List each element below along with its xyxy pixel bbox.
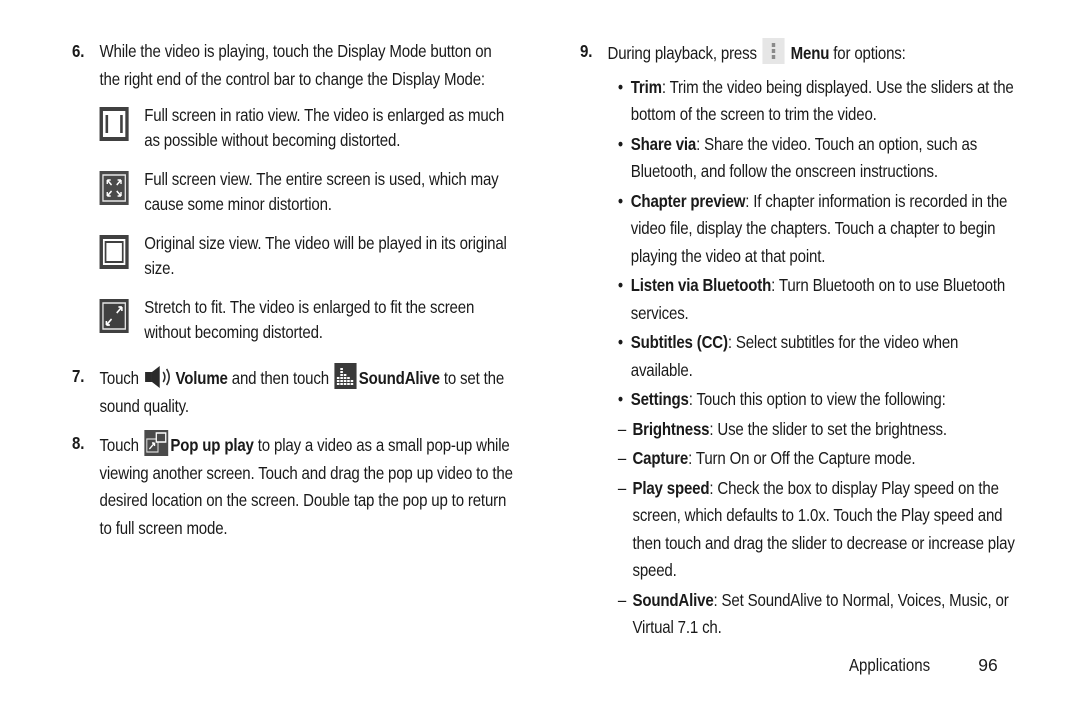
setting-term: Play speed <box>632 477 710 498</box>
left-column: 6. While the video is playing, touch the… <box>72 38 517 552</box>
popup-play-icon <box>144 430 169 456</box>
setting-term: Brightness <box>632 418 710 439</box>
setting-soundalive: – SoundAlive: Set SoundAlive to Normal, V… <box>618 587 1019 642</box>
popup-play-label: Pop up play <box>170 435 254 455</box>
step-7: 7. Touch Volume and then touch SoundAliv… <box>72 363 516 420</box>
option-term: Chapter preview <box>630 190 746 211</box>
original-size-icon <box>99 235 129 269</box>
display-mode-original: Original size view. The video will be pl… <box>99 231 516 281</box>
setting-term: Capture <box>632 448 689 468</box>
bullet: • <box>617 332 623 352</box>
mode-text: Full screen in ratio view. The video is … <box>144 105 505 150</box>
option-term: Subtitles (CC) <box>630 332 728 352</box>
bullet: • <box>617 389 623 409</box>
dash: – <box>617 589 627 610</box>
page-footer: Applications 96 <box>849 655 998 676</box>
step-8: 8. Touch Pop up play to play a video as … <box>72 430 516 542</box>
step-number: 9. <box>580 41 593 61</box>
footer-section: Applications <box>849 655 931 675</box>
display-mode-stretch: Stretch to fit. The video is enlarged to… <box>99 295 516 345</box>
step-number: 7. <box>72 366 85 386</box>
bullet: • <box>617 275 623 295</box>
step-text: for options: <box>829 43 906 63</box>
option-subtitles: • Subtitles (CC): Select subtitles for th… <box>618 329 1019 384</box>
setting-play-speed: – Play speed: Check the box to display Pl… <box>618 475 1019 585</box>
option-desc: : Touch this option to view the followin… <box>688 389 946 409</box>
soundalive-label: SoundAlive <box>358 368 440 388</box>
mode-text: Full screen view. The entire screen is u… <box>144 169 499 214</box>
setting-desc: : Use the slider to set the brightness. <box>709 418 947 439</box>
step-text: Touch <box>99 368 143 388</box>
settings-list: – Brightness: Use the slider to set the b… <box>608 416 1019 642</box>
step-text: During playback, press <box>607 43 761 63</box>
step-6: 6. While the video is playing, touch the… <box>72 38 516 345</box>
menu-icon <box>762 38 785 64</box>
option-listen-via-bluetooth: • Listen via Bluetooth: Turn Bluetooth on… <box>618 272 1019 327</box>
step-text: While the video is playing, touch the Di… <box>99 41 492 89</box>
volume-label: Volume <box>175 368 228 388</box>
option-chapter-preview: • Chapter preview: If chapter information… <box>618 188 1019 271</box>
step-number: 6. <box>72 41 85 61</box>
page-number: 96 <box>978 655 998 675</box>
full-screen-ratio-icon <box>99 107 129 141</box>
dash: – <box>617 448 627 468</box>
option-settings: • Settings: Touch this option to view the… <box>618 386 1019 414</box>
dash: – <box>617 477 627 498</box>
setting-desc: : Turn On or Off the Capture mode. <box>688 448 916 468</box>
setting-term: SoundAlive <box>632 589 714 610</box>
bullet: • <box>617 76 623 97</box>
option-trim: • Trim: Trim the video being displayed. U… <box>618 74 1019 129</box>
option-term: Trim <box>630 76 662 97</box>
full-screen-icon <box>99 171 129 205</box>
mode-text: Original size view. The video will be pl… <box>144 233 507 278</box>
option-term: Share via <box>630 133 697 154</box>
dash: – <box>617 418 627 439</box>
option-term: Listen via Bluetooth <box>630 275 772 295</box>
step-text: and then touch <box>227 368 333 388</box>
step-number: 8. <box>72 433 85 453</box>
option-share-via: • Share via: Share the video. Touch an op… <box>618 131 1019 186</box>
step-9: 9. During playback, press Menu for optio… <box>580 38 1019 642</box>
soundalive-icon <box>334 363 358 389</box>
setting-brightness: – Brightness: Use the slider to set the b… <box>618 416 1019 444</box>
volume-icon <box>145 366 171 388</box>
bullet: • <box>617 133 623 154</box>
options-list: • Trim: Trim the video being displayed. U… <box>608 74 1019 642</box>
right-column: 9. During playback, press Menu for optio… <box>580 38 1020 652</box>
step-text: Touch <box>99 435 143 455</box>
setting-capture: – Capture: Turn On or Off the Capture mod… <box>618 445 1019 473</box>
display-mode-full: Full screen view. The entire screen is u… <box>99 167 516 217</box>
bullet: • <box>617 190 623 211</box>
option-term: Settings <box>630 389 689 409</box>
option-desc: : Trim the video being displayed. Use th… <box>630 76 1014 125</box>
menu-label: Menu <box>790 43 830 63</box>
stretch-to-fit-icon <box>99 299 129 333</box>
mode-text: Stretch to fit. The video is enlarged to… <box>144 297 475 342</box>
display-mode-ratio: Full screen in ratio view. The video is … <box>99 103 516 153</box>
